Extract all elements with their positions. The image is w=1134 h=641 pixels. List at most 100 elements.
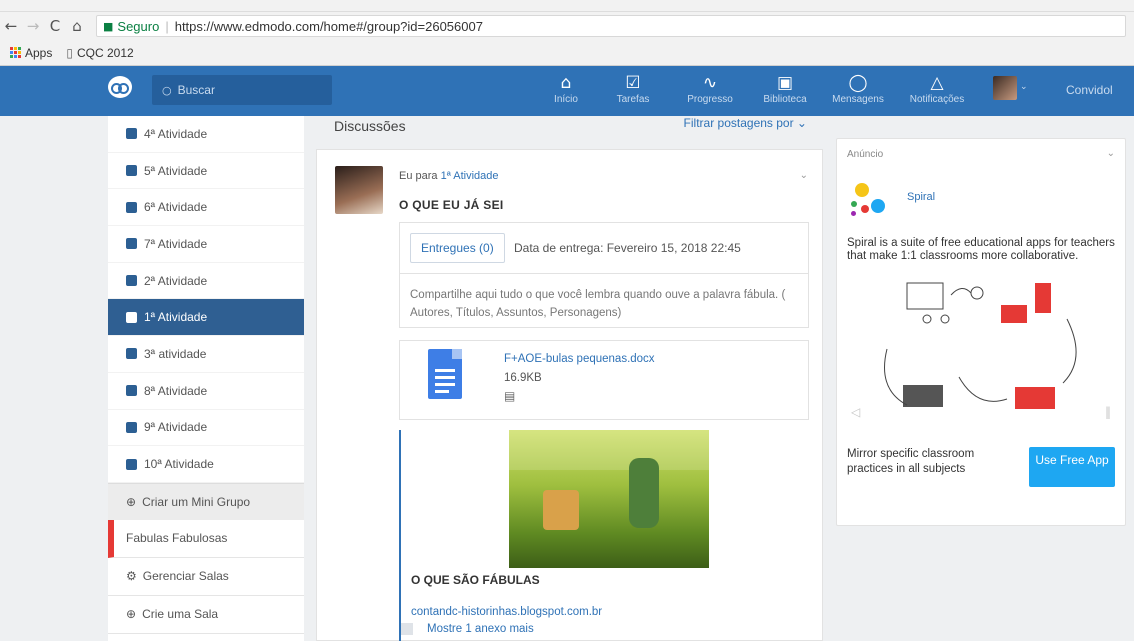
group-square-icon — [126, 385, 137, 397]
sidebar-item-label: 6ª Atividade — [144, 200, 208, 215]
ad-panel: Anúncio ⌄ Spiral Spiral is a suite of fr… — [836, 138, 1126, 526]
sidebar-item-group[interactable]: 10ª Atividade — [108, 446, 304, 483]
file-name-link[interactable]: F+AOE-bulas pequenas.docx — [504, 353, 655, 365]
edmodo-logo[interactable] — [108, 76, 132, 98]
nav-library[interactable]: ▣ Biblioteca — [750, 72, 820, 105]
sidebar-item-label: 4ª Atividade — [144, 126, 208, 141]
chevron-down-icon[interactable]: ⌄ — [800, 170, 808, 181]
sidebar-item-class[interactable]: Fabulas Fabulosas — [108, 519, 304, 558]
gear-icon: ⚙ — [126, 569, 137, 584]
mute-icon[interactable]: ◁ — [851, 405, 860, 419]
post-card: Eu para 1ª Atividade ⌄ O QUE EU JÁ SEI E… — [316, 149, 823, 641]
create-mini-group-label: Criar um Mini Grupo — [142, 494, 251, 509]
preview-icon[interactable]: ▤ — [504, 389, 515, 403]
chevron-down-icon[interactable]: ⌄ — [1020, 82, 1028, 92]
sidebar-item-group[interactable]: 3ª atividade — [108, 336, 304, 373]
ad-illustration — [884, 282, 1077, 409]
create-class-button[interactable]: ⊕ Crie uma Sala — [108, 596, 304, 634]
group-square-icon — [126, 201, 137, 213]
sidebar-item-group[interactable]: 4ª Atividade — [108, 116, 304, 153]
nav-notifications[interactable]: △ Notificações — [902, 72, 972, 105]
sidebar-item-label: 5ª Atividade — [144, 163, 208, 178]
avatar[interactable] — [993, 76, 1017, 100]
sidebar-item-group[interactable]: 6ª Atividade — [108, 189, 304, 227]
submitted-button[interactable]: Entregues (0) — [410, 233, 505, 263]
create-class-label: Crie uma Sala — [142, 607, 219, 622]
plus-circle-icon: ⊕ — [126, 494, 137, 509]
filter-posts-dropdown[interactable]: Filtrar postagens por ⌄ — [684, 116, 807, 130]
sidebar-item-group[interactable]: 2ª Atividade — [108, 263, 304, 300]
top-navigation: ○ Buscar ⌂ Início ☑ Tarefas ∿ Progresso … — [0, 66, 1134, 116]
group-sidebar: 4ª Atividade 5ª Atividade 6ª Atividade 7… — [108, 116, 304, 641]
avatar[interactable] — [335, 166, 383, 214]
bookmark-apps[interactable]: Apps — [10, 46, 52, 60]
back-icon[interactable]: ← — [0, 17, 22, 35]
nav-messages[interactable]: ◯ Mensagens — [823, 72, 893, 105]
progress-icon: ∿ — [702, 73, 718, 93]
thumbnail-ant — [543, 490, 579, 530]
sidebar-item-group-active[interactable]: 1ª Atividade — [108, 299, 304, 337]
nav-label: Notificações — [909, 94, 965, 105]
link-url[interactable]: contandc-historinhas.blogspot.com.br — [411, 606, 602, 618]
url-text: https://www.edmodo.com/home#/group?id=26… — [174, 18, 483, 34]
group-square-icon — [126, 275, 137, 287]
spiral-logo-icon — [849, 183, 889, 219]
post-meta: Eu para 1ª Atividade — [399, 170, 498, 182]
nav-label: Mensagens — [832, 94, 884, 105]
post-recipient-link[interactable]: 1ª Atividade — [441, 170, 499, 182]
nav-home[interactable]: ⌂ Início — [531, 72, 601, 105]
ad-brand[interactable]: Spiral — [907, 191, 935, 203]
sidebar-item-group[interactable]: 7ª Atividade — [108, 226, 304, 263]
assignment-description: Compartilhe aqui tudo o que você lembra … — [400, 273, 808, 334]
due-date: Data de entrega: Fevereiro 15, 2018 22:4… — [514, 241, 741, 255]
chevron-down-icon[interactable]: ⌄ — [1107, 148, 1115, 159]
sidebar-item-label: 3ª atividade — [144, 346, 207, 361]
forward-icon[interactable]: → — [22, 17, 44, 35]
sidebar-item-group[interactable]: 8ª Atividade — [108, 373, 304, 410]
sidebar-item-label: 10ª Atividade — [144, 457, 214, 472]
search-input[interactable]: ○ Buscar — [152, 75, 332, 105]
apps-grid-icon — [10, 47, 21, 58]
attachment-file[interactable]: F+AOE-bulas pequenas.docx 16.9KB ▤ — [399, 340, 809, 420]
nav-progress[interactable]: ∿ Progresso — [675, 72, 745, 105]
lock-icon: ■ — [103, 19, 114, 33]
page-title: Discussões — [334, 118, 406, 134]
user-name[interactable]: Convidol — [1066, 83, 1113, 97]
sidebar-item-label: 1ª Atividade — [144, 310, 208, 325]
sidebar-item-label: 7ª Atividade — [144, 236, 208, 251]
bookmark-cqc[interactable]: ▯ CQC 2012 — [66, 46, 133, 60]
file-size: 16.9KB — [504, 372, 542, 384]
address-separator: | — [165, 18, 169, 34]
pause-icon[interactable]: ‖ — [1105, 405, 1111, 419]
nav-label: Progresso — [687, 94, 733, 105]
nav-assignments[interactable]: ☑ Tarefas — [598, 72, 668, 105]
ad-label: Anúncio — [847, 149, 884, 160]
home-icon: ⌂ — [560, 73, 572, 93]
video-thumbnail[interactable] — [509, 430, 709, 568]
reload-icon[interactable]: C — [44, 17, 66, 35]
search-placeholder: Buscar — [177, 83, 215, 97]
secure-label: Seguro — [117, 18, 160, 34]
show-more-attachments[interactable]: Mostre 1 anexo mais — [401, 623, 534, 635]
use-free-app-button[interactable]: Use Free App — [1029, 447, 1115, 487]
sidebar-item-label: 2ª Atividade — [144, 273, 208, 288]
home-icon[interactable]: ⌂ — [66, 17, 88, 35]
sidebar-item-label: 8ª Atividade — [144, 383, 208, 398]
sidebar-item-group[interactable]: 5ª Atividade — [108, 153, 304, 190]
discussions-header: Discussões Filtrar postagens por ⌄ — [316, 116, 823, 146]
library-icon: ▣ — [776, 73, 794, 93]
assignments-icon: ☑ — [625, 73, 641, 93]
link-title[interactable]: O QUE SÃO FÁBULAS — [411, 573, 540, 587]
post-title: O QUE EU JÁ SEI — [399, 198, 504, 212]
sidebar-item-group[interactable]: 9ª Atividade — [108, 410, 304, 447]
address-bar[interactable]: ■ Seguro | https://www.edmodo.com/home#/… — [96, 15, 1126, 37]
document-icon — [428, 349, 462, 399]
manage-classes-button[interactable]: ⚙ Gerenciar Salas — [108, 558, 304, 596]
nav-label: Início — [554, 94, 578, 105]
create-mini-group-button[interactable]: ⊕ Criar um Mini Grupo — [108, 482, 304, 520]
group-square-icon — [126, 238, 137, 250]
bookmarks-bar: Apps ▯ CQC 2012 — [0, 40, 1134, 66]
bookmark-label: Apps — [25, 45, 53, 60]
group-square-icon — [126, 348, 137, 360]
browser-tab-strip — [0, 0, 1134, 12]
